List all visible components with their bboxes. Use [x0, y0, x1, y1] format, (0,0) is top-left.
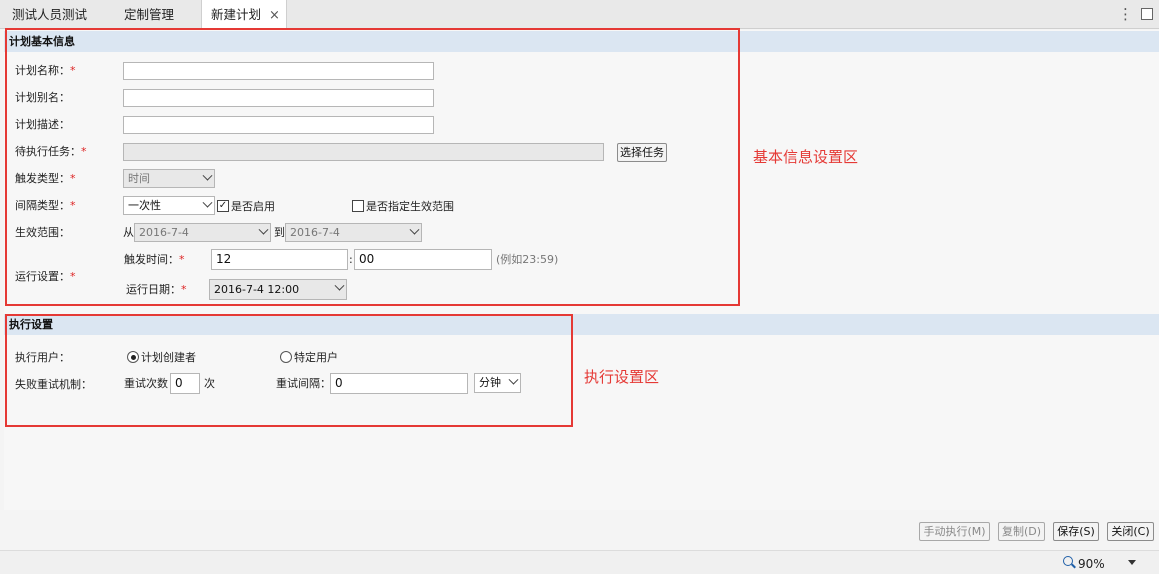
close-button[interactable]: 关闭(C)	[1107, 522, 1154, 541]
zoom-dropdown-icon[interactable]	[1128, 560, 1136, 565]
more-options-icon[interactable]: ⋮	[1118, 5, 1133, 23]
status-bar	[0, 550, 1159, 574]
close-icon[interactable]: ×	[269, 8, 280, 23]
tab-tester-test[interactable]: 测试人员测试	[12, 0, 87, 29]
zoom-level[interactable]: 90%	[1078, 556, 1105, 572]
basic-info-highlight-box	[5, 28, 740, 306]
basic-info-annotation: 基本信息设置区	[753, 148, 859, 166]
tab-custom-management[interactable]: 定制管理	[124, 0, 174, 29]
save-button[interactable]: 保存(S)	[1053, 522, 1099, 541]
tab-new-plan-label: 新建计划	[211, 7, 262, 22]
maximize-icon[interactable]	[1141, 8, 1153, 20]
tab-new-plan[interactable]: 新建计划 ×	[201, 0, 287, 30]
manual-run-button[interactable]: 手动执行(M)	[919, 522, 990, 541]
copy-button[interactable]: 复制(D)	[998, 522, 1045, 541]
exec-settings-annotation: 执行设置区	[584, 368, 660, 386]
exec-settings-highlight-box	[5, 314, 573, 427]
